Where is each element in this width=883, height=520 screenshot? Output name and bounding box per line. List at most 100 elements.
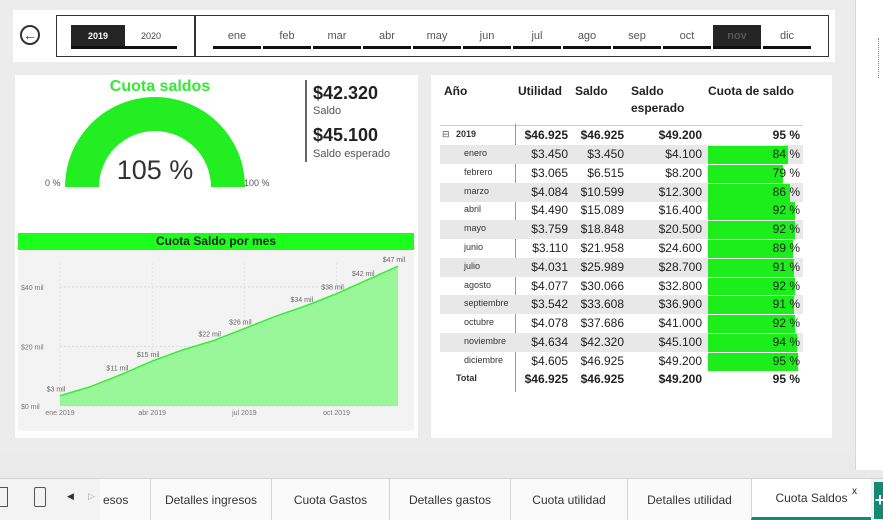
row-saldo: $37.686 — [580, 316, 624, 331]
header-cuota[interactable]: Cuota de saldo — [708, 83, 794, 100]
page-view-icon[interactable] — [0, 487, 8, 507]
month-chip-jul[interactable]: jul — [513, 25, 561, 49]
year-row[interactable]: ⊟ 2019 $46.925 $46.925 $49.200 95 % — [431, 126, 832, 145]
month-chip-nov[interactable]: nov — [713, 25, 761, 49]
row-label: agosto — [464, 279, 492, 290]
header-utilidad[interactable]: Utilidad — [518, 83, 562, 100]
table-row[interactable]: marzo $4.084 $10.599 $12.300 86 % — [431, 182, 832, 202]
row-cuota: 92 % — [772, 222, 800, 237]
side-panel-label — [878, 38, 882, 78]
month-chip-feb[interactable]: feb — [263, 25, 311, 49]
scroll-left-icon[interactable]: ◀ — [67, 491, 81, 511]
y-tick-label: $40 mil — [21, 285, 44, 292]
month-chip-oct[interactable]: oct — [663, 25, 711, 49]
x-tick-label: oct 2019 — [323, 410, 350, 417]
x-tick-label: abr 2019 — [138, 410, 166, 417]
row-cuota: 84 % — [772, 147, 800, 161]
month-chip-ago[interactable]: ago — [563, 25, 611, 49]
row-esperado: $16.400 — [658, 203, 702, 218]
row-cuota: 86 % — [772, 184, 800, 199]
month-chip-may[interactable]: may — [413, 25, 461, 49]
data-label: $38 mil — [321, 285, 344, 292]
table-row[interactable]: septiembre $3.542 $33.608 $36.900 91 % — [431, 295, 832, 315]
row-cuota: 92 % — [772, 203, 800, 218]
row-utilidad: $3.110 — [532, 241, 568, 255]
row-saldo: $15.089 — [580, 203, 624, 218]
row-saldo: $10.599 — [580, 184, 624, 199]
table-row[interactable]: abril $4.490 $15.089 $16.400 92 % — [431, 201, 832, 221]
total-row: Total $46.925 $46.925 $49.200 95 % — [431, 370, 832, 389]
total-row-label: Total — [456, 373, 477, 383]
row-esperado: $36.900 — [658, 297, 702, 312]
row-esperado: $20.500 — [658, 222, 702, 237]
month-chip-sep[interactable]: sep — [613, 25, 661, 49]
row-utilidad: $4.490 — [531, 203, 568, 218]
year-row-cuota: 95 % — [772, 128, 800, 142]
row-utilidad: $4.031 — [531, 259, 568, 274]
row-esperado: $28.700 — [658, 259, 702, 274]
table-row[interactable]: mayo $3.759 $18.848 $20.500 92 % — [431, 220, 832, 240]
row-cuota: 95 % — [772, 353, 800, 368]
add-page-button[interactable]: + — [874, 482, 883, 519]
header-saldo-esperado-line1: Saldo — [631, 84, 664, 98]
row-label: noviembre — [464, 336, 507, 346]
data-label: $47 mil — [383, 257, 406, 264]
gauge-min-label: 0 % — [45, 178, 61, 188]
tab-detalles-ingresos[interactable]: Detalles ingresos — [150, 479, 271, 520]
header-anio[interactable]: Año — [444, 83, 467, 100]
tab-detalles-utilidad[interactable]: Detalles utilidad — [627, 479, 751, 520]
mobile-layout-icon[interactable] — [34, 487, 46, 507]
month-chip-ene[interactable]: ene — [213, 25, 261, 49]
year-chip-2019[interactable]: 2019 — [71, 25, 125, 49]
data-label: $11 mil — [106, 365, 128, 372]
data-label: $26 mil — [229, 320, 252, 327]
tab-ingresos[interactable]: esos — [100, 479, 150, 520]
collapse-icon[interactable]: ⊟ — [442, 129, 450, 140]
row-esperado: $12.300 — [658, 184, 702, 199]
table-row[interactable]: junio $3.110 $21.958 $24.600 89 % — [431, 239, 832, 258]
row-saldo: $46.925 — [580, 353, 624, 368]
saldo-esperado-label: Saldo esperado — [313, 148, 391, 160]
y-tick-label: $20 mil — [21, 344, 44, 351]
month-chip-dic[interactable]: dic — [763, 25, 811, 49]
table-row[interactable]: julio $4.031 $25.989 $28.700 91 % — [431, 257, 832, 277]
row-saldo: $6.515 — [587, 165, 624, 180]
table-row[interactable]: diciembre $4.605 $46.925 $49.200 95 % — [431, 352, 832, 371]
tab-detalles-gastos[interactable]: Detalles gastos — [389, 479, 510, 520]
table-row[interactable]: octubre $4.078 $37.686 $41.000 92 % — [431, 314, 832, 334]
row-cuota: 89 % — [772, 241, 800, 255]
row-utilidad: $3.450 — [531, 147, 568, 161]
month-chip-jun[interactable]: jun — [463, 25, 511, 49]
year-chip-2020[interactable]: 2020 — [125, 25, 177, 49]
row-utilidad: $3.065 — [531, 165, 568, 180]
saldo-value: $42.320 — [313, 83, 379, 103]
row-cuota: 91 % — [772, 297, 800, 312]
month-chip-abr[interactable]: abr — [363, 25, 411, 49]
area-chart-svg: $0 mil $20 mil $40 mil ene 2019 abr 2019 jul … — [21, 257, 406, 417]
year-row-esperado: $49.200 — [658, 128, 702, 142]
row-cuota: 94 % — [772, 335, 800, 349]
data-label: $34 mil — [291, 297, 314, 304]
row-label: septiembre — [464, 298, 509, 309]
row-label: febrero — [464, 166, 493, 177]
row-label: julio — [464, 260, 481, 271]
row-saldo: $18.848 — [580, 222, 624, 237]
report-canvas: ← 2019 2020 ene feb mar abr may jun jul … — [0, 0, 855, 455]
row-saldo: $42.320 — [580, 335, 624, 349]
back-arrow-icon[interactable]: ← — [20, 25, 40, 45]
month-chip-mar[interactable]: mar — [313, 25, 361, 49]
header-saldo[interactable]: Saldo — [575, 83, 608, 100]
total-row-saldo: $46.925 — [580, 372, 624, 386]
tab-cuota-gastos[interactable]: Cuota Gastos — [271, 479, 389, 520]
close-tab-icon[interactable]: x — [852, 486, 857, 497]
filter-bar: ← 2019 2020 ene feb mar abr may jun jul … — [13, 10, 835, 62]
table-row[interactable]: agosto $4.077 $30.066 $32.800 92 % — [431, 277, 832, 296]
row-cuota: 92 % — [772, 278, 800, 293]
header-saldo-esperado[interactable]: Saldo esperado — [631, 83, 684, 117]
table-row[interactable]: enero $3.450 $3.450 $4.100 84 % — [431, 145, 832, 164]
row-saldo: $3.450 — [587, 147, 624, 161]
table-row[interactable]: febrero $3.065 $6.515 $8.200 79 % — [431, 164, 832, 183]
chart-title: Cuota Saldo por mes — [18, 233, 414, 250]
tab-cuota-utilidad[interactable]: Cuota utilidad — [510, 479, 627, 520]
table-row[interactable]: noviembre $4.634 $42.320 $45.100 94 % — [431, 333, 832, 352]
